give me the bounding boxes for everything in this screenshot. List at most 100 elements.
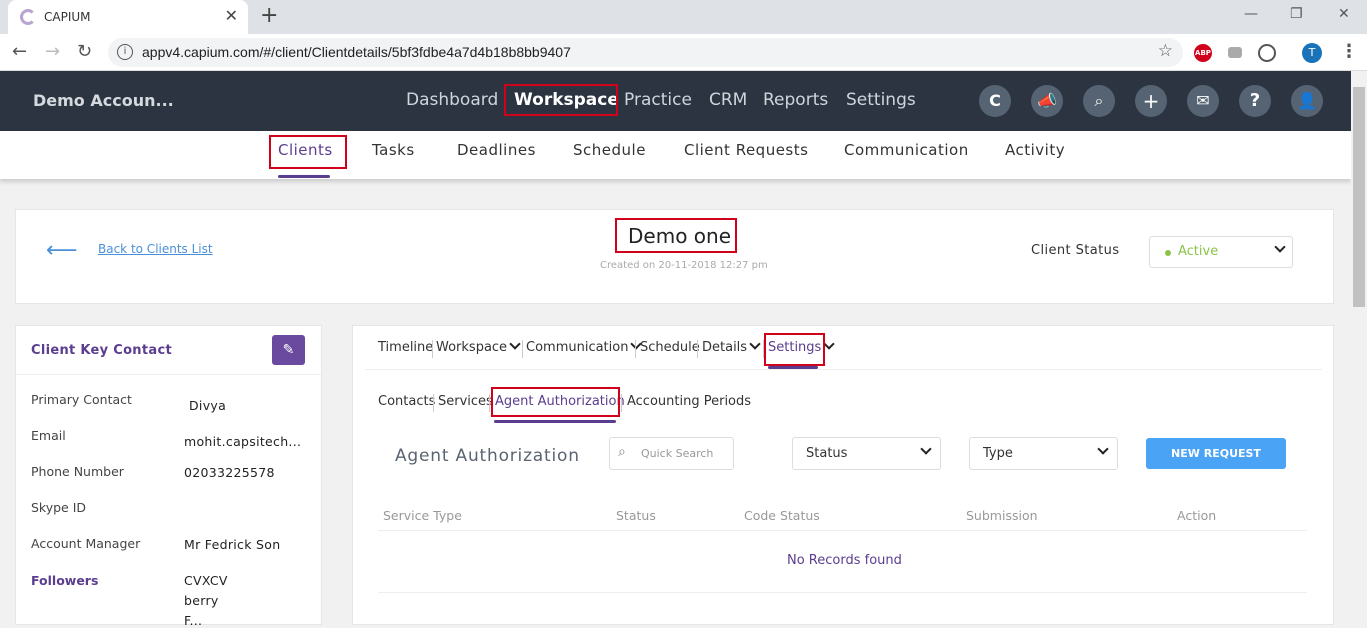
email-label: Email: [31, 428, 66, 443]
app-header: Demo Accoun... Dashboard Workspace Pract…: [0, 71, 1351, 131]
highlight-client-name: [615, 218, 737, 253]
user-icon[interactable]: 👤: [1291, 85, 1323, 117]
chevron-down-icon: [1272, 241, 1286, 258]
active-tab-indicator: [278, 175, 330, 178]
extension-icon[interactable]: [1228, 47, 1242, 58]
tab-separator: [621, 394, 622, 412]
type-select[interactable]: Type: [969, 437, 1118, 470]
forward-icon[interactable]: →: [45, 41, 60, 62]
subtab-contacts[interactable]: Contacts: [378, 394, 435, 409]
client-status-select[interactable]: Active: [1149, 236, 1293, 268]
highlight-workspace: [504, 84, 618, 116]
skype-label: Skype ID: [31, 500, 87, 515]
browser-tab[interactable]: CAPIUM ✕: [8, 0, 248, 34]
bookmark-star-icon[interactable]: ☆: [1158, 41, 1173, 61]
column-header-submission[interactable]: Submission: [966, 508, 1038, 523]
column-header-status[interactable]: Status: [616, 508, 656, 523]
menu-icon[interactable]: ⋮: [1340, 41, 1358, 62]
mail-icon[interactable]: ✉: [1187, 85, 1219, 117]
client-status-value: Active: [1178, 244, 1219, 259]
chevron-down-icon: [1095, 443, 1109, 460]
scrollbar-thumb[interactable]: [1353, 87, 1365, 307]
key-contact-header: Client Key Contact ✎: [16, 326, 321, 375]
tab-separator: [433, 394, 434, 412]
column-header-action[interactable]: Action: [1177, 508, 1216, 523]
search-icon[interactable]: ⌕: [1083, 85, 1115, 117]
tab-separator: [489, 394, 490, 412]
nav-practice[interactable]: Practice: [624, 90, 692, 110]
type-select-value: Type: [983, 446, 1013, 461]
divider: [365, 369, 1322, 370]
created-date: Created on 20-11-2018 12:27 pm: [600, 260, 768, 271]
subnav-schedule[interactable]: Schedule: [573, 141, 646, 159]
tab-title: CAPIUM: [44, 10, 91, 24]
tab-separator: [522, 340, 523, 358]
tab-timeline[interactable]: Timeline: [378, 340, 433, 355]
help-icon[interactable]: ?: [1239, 85, 1271, 117]
subnav-deadlines[interactable]: Deadlines: [457, 141, 536, 159]
highlight-agent-authorization: [491, 387, 620, 417]
key-contact-card: Client Key Contact ✎ Primary Contact Div…: [15, 325, 322, 628]
quick-search-input[interactable]: ⌕ Quick Search: [609, 437, 734, 470]
sync-extension-icon[interactable]: [1258, 44, 1276, 62]
followers-label: Followers: [31, 573, 99, 588]
minimize-icon[interactable]: —: [1244, 6, 1258, 22]
subnav-client-requests[interactable]: Client Requests: [684, 141, 808, 159]
phone-value: 02033225578: [184, 465, 275, 480]
page-scrollbar[interactable]: [1351, 71, 1367, 617]
account-name[interactable]: Demo Accoun...: [33, 91, 174, 110]
status-select[interactable]: Status: [792, 437, 941, 470]
reload-icon[interactable]: ↻: [77, 41, 92, 62]
highlight-settings-tab: [764, 333, 825, 366]
account-manager-label: Account Manager: [31, 536, 141, 551]
info-icon[interactable]: i: [117, 44, 133, 60]
column-header-code-status[interactable]: Code Status: [744, 508, 820, 523]
client-status-label: Client Status: [1031, 243, 1120, 258]
nav-dashboard[interactable]: Dashboard: [406, 90, 498, 110]
subnav-tasks[interactable]: Tasks: [372, 141, 415, 159]
back-to-clients-link[interactable]: Back to Clients List: [98, 242, 213, 256]
new-tab-icon[interactable]: +: [260, 3, 278, 28]
tab-separator: [697, 340, 698, 358]
tab-separator: [635, 340, 636, 358]
primary-contact-label: Primary Contact: [31, 392, 132, 407]
back-arrow-icon[interactable]: ⟵: [46, 238, 78, 263]
tab-schedule[interactable]: Schedule: [640, 340, 700, 355]
subnav-communication[interactable]: Communication: [844, 141, 969, 159]
nav-settings[interactable]: Settings: [846, 90, 916, 110]
subtab-services[interactable]: Services: [438, 394, 493, 409]
tab-workspace[interactable]: Workspace: [436, 338, 521, 355]
address-bar[interactable]: i appv4.capium.com/#/client/Clientdetail…: [108, 38, 1183, 67]
add-icon[interactable]: +: [1135, 85, 1167, 117]
new-request-button[interactable]: NEW REQUEST: [1146, 438, 1286, 469]
close-tab-icon[interactable]: ✕: [225, 6, 238, 25]
empty-state-message: No Records found: [787, 553, 902, 568]
search-icon: ⌕: [618, 444, 626, 460]
profile-avatar[interactable]: T: [1302, 43, 1322, 63]
follower-item: F...: [184, 613, 203, 628]
capium-favicon-icon: [20, 9, 36, 25]
section-title: Agent Authorization: [395, 446, 580, 466]
nav-reports[interactable]: Reports: [763, 90, 828, 110]
back-icon[interactable]: ←: [12, 41, 27, 62]
subnav-activity[interactable]: Activity: [1005, 141, 1065, 159]
follower-item: berry: [184, 593, 219, 608]
edit-contact-button[interactable]: ✎: [272, 335, 305, 365]
restore-icon[interactable]: ❐: [1290, 6, 1303, 22]
nav-crm[interactable]: CRM: [709, 90, 747, 110]
tab-separator: [432, 340, 433, 358]
email-value: mohit.capsitech...: [184, 434, 302, 449]
close-window-icon[interactable]: ✕: [1338, 6, 1350, 22]
announcement-icon[interactable]: 📣: [1031, 85, 1063, 117]
client-detail-card: Timeline Workspace Communication Schedul…: [352, 325, 1334, 625]
url-text: appv4.capium.com/#/client/Clientdetails/…: [142, 44, 571, 60]
tab-communication[interactable]: Communication: [526, 338, 643, 355]
capium-logo-icon[interactable]: C: [979, 85, 1011, 117]
divider: [378, 592, 1307, 593]
adblock-extension-icon[interactable]: ABP: [1194, 44, 1212, 62]
highlight-clients: [269, 135, 347, 169]
tab-details[interactable]: Details: [702, 338, 761, 355]
sub-navigation: Clients Tasks Deadlines Schedule Client …: [0, 131, 1351, 179]
column-header-service-type[interactable]: Service Type: [383, 508, 462, 523]
subtab-accounting-periods[interactable]: Accounting Periods: [627, 394, 751, 409]
